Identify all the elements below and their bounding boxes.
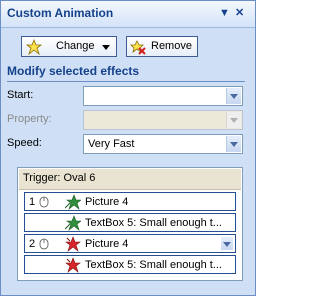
chevron-down-icon[interactable]	[221, 237, 233, 250]
list-item[interactable]: TextBox 5: Small enough t...	[24, 255, 236, 274]
list-item[interactable]: TextBox 5: Small enough t...	[24, 213, 236, 232]
effect-label: TextBox 5: Small enough t...	[85, 259, 222, 271]
entrance-star-icon	[65, 215, 81, 231]
chevron-down-icon	[226, 112, 241, 128]
chevron-down-icon	[102, 45, 110, 50]
pane-title: Custom Animation	[7, 6, 114, 20]
effect-number: 2	[29, 238, 36, 250]
list-item[interactable]: 1 Picture 4	[24, 192, 236, 211]
animation-order-list[interactable]: Trigger: Oval 6 1 Picture 4 TextBox 5: S…	[17, 167, 243, 281]
remove-button-label: Remove	[151, 40, 192, 52]
chevron-down-icon[interactable]	[226, 88, 241, 104]
effect-number: 1	[29, 196, 36, 208]
effect-label: Picture 4	[85, 196, 129, 208]
property-select	[83, 110, 243, 130]
mouse-icon	[39, 238, 49, 250]
chevron-down-icon[interactable]: ▼	[219, 7, 230, 19]
trigger-header[interactable]: Trigger: Oval 6	[19, 169, 241, 190]
exit-star-icon	[65, 236, 81, 252]
remove-button[interactable]: Remove	[126, 36, 198, 57]
remove-effect-icon	[130, 40, 146, 55]
pane-titlebar: Custom Animation ▼ ✕	[1, 1, 255, 28]
mouse-icon	[39, 196, 49, 208]
chevron-down-icon[interactable]	[226, 136, 241, 152]
custom-animation-pane: Custom Animation ▼ ✕ Change Remove Modif…	[0, 0, 256, 296]
speed-label: Speed:	[7, 137, 42, 149]
change-button-label: Change	[56, 40, 95, 52]
star-add-icon	[26, 39, 42, 55]
change-button[interactable]: Change	[21, 36, 117, 57]
property-label: Property:	[7, 113, 52, 125]
speed-value: Very Fast	[88, 138, 135, 150]
modify-section-title: Modify selected effects	[7, 64, 140, 78]
close-icon[interactable]: ✕	[235, 7, 244, 19]
trigger-label: Trigger: Oval 6	[23, 172, 96, 184]
start-label: Start:	[7, 89, 34, 101]
section-divider	[7, 81, 245, 82]
entrance-star-icon	[65, 194, 81, 210]
effect-label: Picture 4	[85, 238, 129, 250]
start-select[interactable]	[83, 86, 243, 106]
exit-star-icon	[65, 257, 81, 273]
list-item[interactable]: 2 Picture 4	[24, 234, 236, 253]
speed-select[interactable]: Very Fast	[83, 134, 243, 154]
effect-label: TextBox 5: Small enough t...	[85, 217, 222, 229]
